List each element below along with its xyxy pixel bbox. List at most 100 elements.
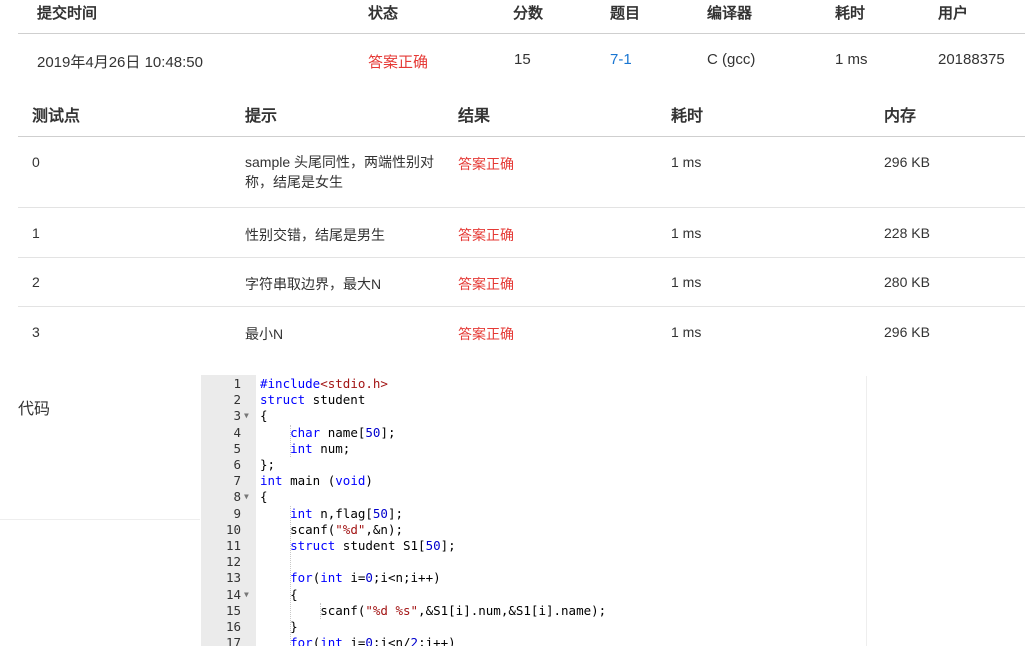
line-number: 12 [225,554,241,570]
header-testpoint: 测试点 [32,108,81,125]
code-line: 13 for(int i=0;i<n;i++) [201,570,866,586]
code-line: 5 int num; [201,441,866,457]
line-number: 5 [233,440,241,456]
code-line: 10 scanf("%d",&n); [201,522,866,538]
elapsed-value: 1 ms [835,51,868,68]
testpoint-result: 答案正确 [458,326,514,342]
header-problem: 题目 [610,5,641,22]
header-hint: 提示 [245,108,278,125]
code-text: { [260,489,268,505]
header-memory: 内存 [884,108,917,125]
testpoint-id: 2 [32,274,40,290]
line-number: 6 [233,457,241,472]
line-number: 8 [233,489,241,505]
divider [0,519,200,520]
testpoint-result: 答案正确 [458,227,514,243]
code-line: 12 [201,554,866,570]
code-line: 17 for(int i=0;i<n/2;i++) [201,635,866,646]
code-text: } [260,619,298,634]
testcase-header-row: 测试点 提示 结果 耗时 内存 [18,88,1025,137]
fold-toggle-icon[interactable]: ▼ [244,489,254,505]
line-number: 13 [225,570,241,586]
testpoint-elapsed: 1 ms [671,324,702,340]
code-line: 14 ▼ { [201,587,866,603]
line-number: 14 [225,586,241,602]
score-value: 15 [514,51,531,68]
code-line: 3 ▼ { [201,408,866,424]
table-row: 1 性别交错，结尾是男生 答案正确 1 ms 228 KB [18,208,1025,258]
code-line: 2 struct student [201,392,866,408]
submission-header-row: 提交时间 状态 分数 题目 编译器 耗时 用户 [18,0,1025,34]
testpoint-memory: 296 KB [884,154,930,170]
code-editor[interactable]: 1 #include<stdio.h> 2 struct student 3 ▼{4 ch… [201,375,866,646]
line-number: 4 [233,424,241,440]
divider [866,376,867,646]
indent-guide [290,505,291,646]
line-number: 11 [225,538,241,553]
testpoint-id: 3 [32,324,40,340]
code-line: 16 } [201,619,866,635]
header-compiler: 编译器 [707,5,753,22]
code-line: 9 int n,flag[50]; [201,506,866,522]
status-badge: 答案正确 [368,54,429,71]
code-text: }; [260,457,276,472]
code-line: 6}; [201,457,866,473]
testpoint-hint: 最小N [245,326,284,342]
user-link[interactable]: 20188375 [938,51,1005,68]
line-number: 17 [225,635,241,646]
code-text: scanf("%d",&n); [260,521,404,537]
testpoint-elapsed: 1 ms [671,154,702,170]
testpoint-elapsed: 1 ms [671,225,702,241]
header-elapsed: 耗时 [835,5,866,22]
indent-guide [320,602,321,619]
table-row: 3 最小N 答案正确 1 ms 296 KB [18,307,1025,357]
line-number: 10 [225,521,241,537]
code-section-label: 代码 [18,401,51,418]
fold-toggle-icon[interactable]: ▼ [244,408,254,424]
line-number: 2 [233,392,241,408]
code-line: 11 struct student S1[50]; [201,538,866,554]
code-text: struct student [260,392,366,408]
testpoint-result: 答案正确 [458,156,514,172]
code-line: 4 char name[50]; [201,425,866,441]
testpoint-id: 1 [32,225,40,241]
compiler-value: C (gcc) [707,51,756,68]
header-result: 结果 [458,108,491,125]
code-line: 7 int main (void) [201,473,866,489]
testpoint-hint: sample 头尾同性，两端性别对称，结尾是女生 [245,154,435,190]
testpoint-memory: 280 KB [884,274,930,290]
header-status: 状态 [368,5,399,22]
header-submit-time: 提交时间 [37,5,98,22]
testpoint-id: 0 [32,154,40,170]
line-number: 16 [225,619,241,634]
table-row: 0 sample 头尾同性，两端性别对称，结尾是女生 答案正确 1 ms 296… [18,137,1025,208]
code-line: 15 scanf("%d %s",&S1[i].num,&S1[i].name)… [201,603,866,619]
header-user: 用户 [938,5,969,22]
line-number: 7 [233,473,241,489]
line-number: 3 [233,408,241,424]
code-line: 1 #include<stdio.h> [201,376,866,392]
testpoint-hint: 字符串取边界，最大N [245,276,382,292]
code-text: scanf("%d %s",&S1[i].num,&S1[i].name); [260,602,607,618]
code-line: 8 ▼ { [201,489,866,505]
code-text: int n,flag[50]; [290,505,404,521]
testpoint-memory: 228 KB [884,225,930,241]
line-number: 15 [225,602,241,618]
line-number: 1 [233,376,241,391]
header-score: 分数 [513,5,544,22]
problem-link[interactable]: 7-1 [610,51,632,68]
submission-row: 2019年4月26日 10:48:50 答案正确 15 7-1 C (gcc) … [18,34,1025,84]
testpoint-elapsed: 1 ms [671,274,702,290]
code-text: { [260,408,268,424]
testpoint-hint: 性别交错，结尾是男生 [245,227,385,243]
code-text: int num; [290,440,351,456]
line-number: 9 [233,505,241,521]
indent-guide [290,424,291,457]
fold-toggle-icon[interactable]: ▼ [244,587,254,603]
code-text: char name[50]; [290,424,396,440]
testpoint-result: 答案正确 [458,276,514,292]
testpoint-memory: 296 KB [884,324,930,340]
code-text: for(int i=0;i<n;i++) [290,570,441,586]
header-tc-elapsed: 耗时 [671,108,704,125]
submit-time: 2019年4月26日 10:48:50 [37,54,203,71]
